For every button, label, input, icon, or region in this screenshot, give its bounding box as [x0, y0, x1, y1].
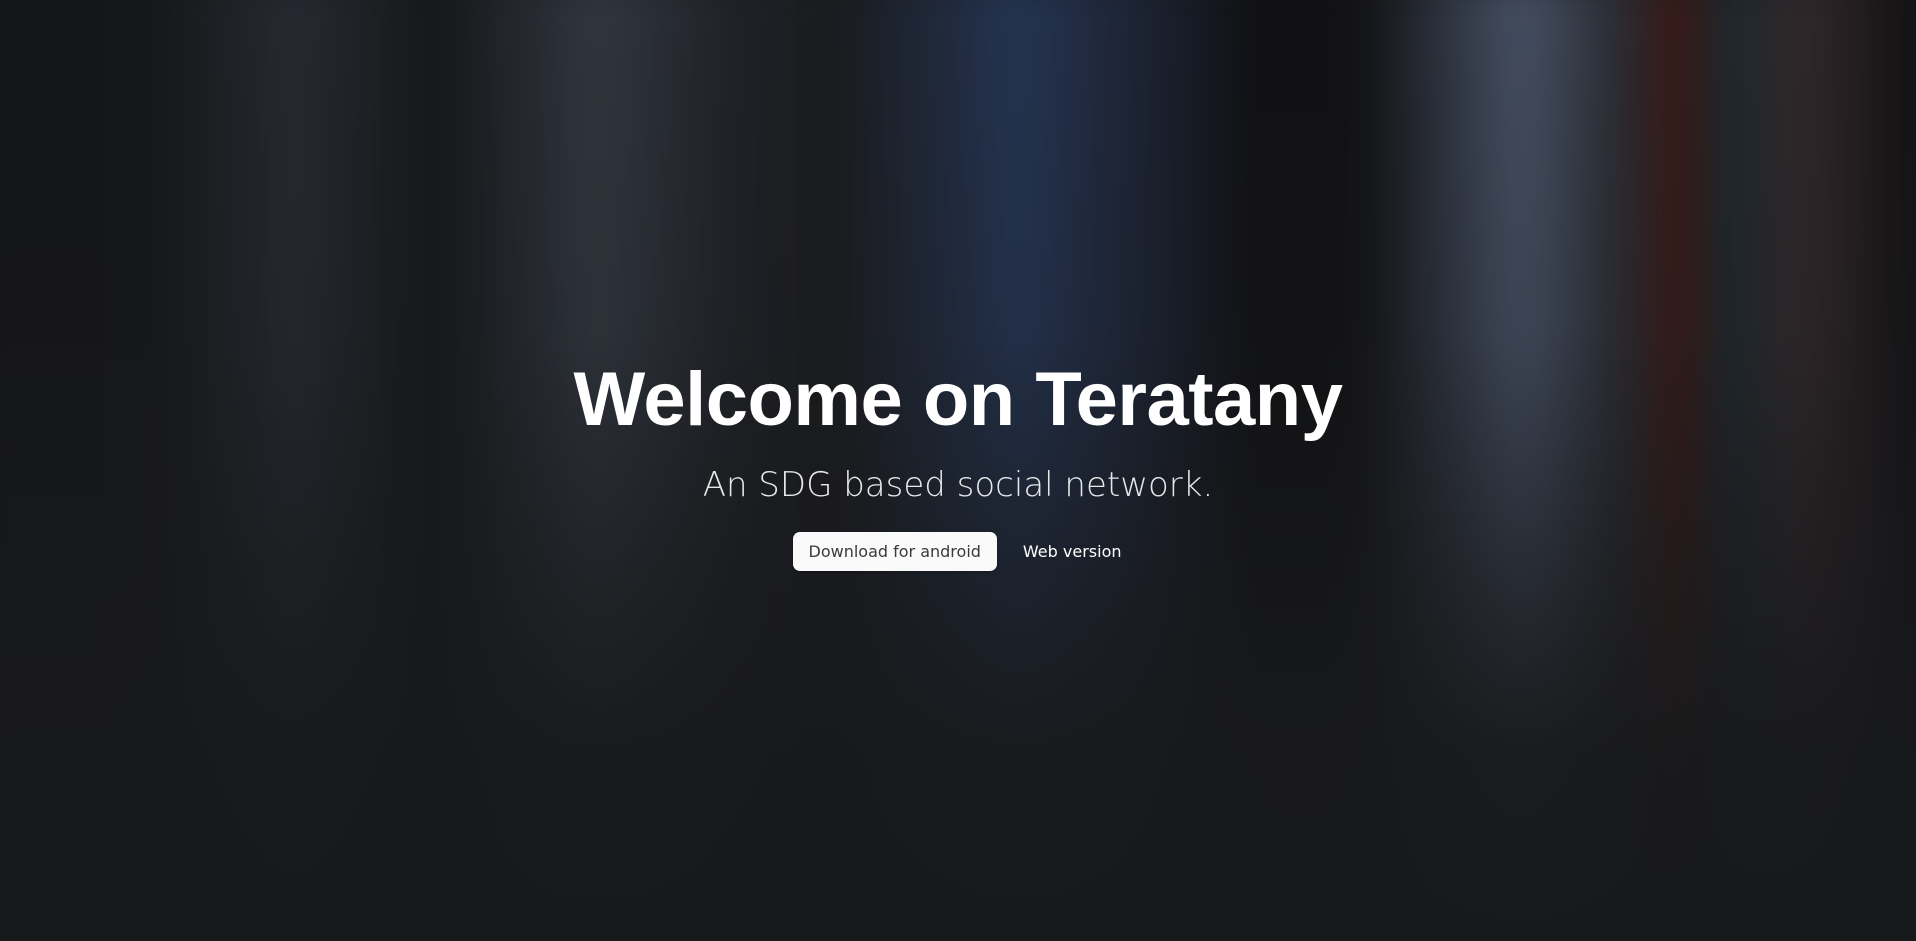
web-version-link[interactable]: Web version	[1021, 532, 1124, 571]
download-android-button[interactable]: Download for android	[792, 532, 997, 571]
landing-page: Welcome on Teratany An SDG based social …	[0, 0, 1916, 941]
hero-section: Welcome on Teratany An SDG based social …	[0, 355, 1916, 571]
hero-title: Welcome on Teratany	[573, 357, 1343, 442]
hero-actions: Download for android Web version	[0, 532, 1916, 571]
hero-subtitle: An SDG based social network.	[702, 465, 1214, 505]
